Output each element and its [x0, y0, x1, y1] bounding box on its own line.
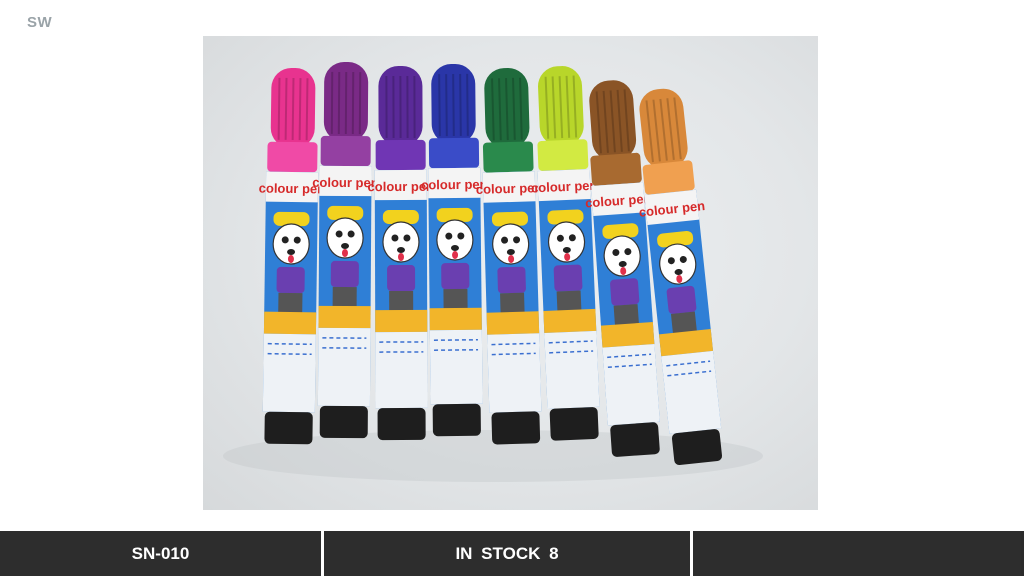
pen-end-cap: [432, 403, 481, 437]
sku-label: SN-010: [131, 543, 190, 563]
color-pen: colour pen: [421, 63, 488, 437]
pen-cap-band: [267, 141, 318, 173]
info-bar: SN-010 IN STOCK 8: [0, 531, 1024, 576]
pen-label-text: colour pen: [531, 178, 598, 196]
pen-cap-band: [537, 139, 589, 171]
extra-cell: [693, 531, 1021, 576]
pen-end-cap: [491, 411, 541, 445]
pen-end-cap: [671, 429, 723, 465]
color-pen: colour pen: [312, 61, 379, 439]
stock-label: IN STOCK 8: [455, 543, 559, 563]
pen-end-cap: [549, 407, 599, 441]
pen-cap-band: [482, 141, 534, 173]
pen-cap-band: [375, 139, 426, 171]
brand-logo: SW: [27, 14, 53, 31]
pen-cap-band: [428, 137, 480, 169]
pen-end-cap: [319, 405, 368, 439]
sku-cell: SN-010: [0, 531, 324, 576]
color-pen: colour pen: [259, 67, 325, 445]
pen-end-cap: [610, 422, 660, 457]
pen-cap-band: [320, 135, 371, 167]
pen-cap-band: [642, 160, 695, 195]
pen-end-cap: [377, 407, 426, 441]
pen-cap-band: [590, 152, 642, 186]
pens-illustration: colour pencolour pencolour pencolour pen…: [223, 61, 763, 482]
pen-end-cap: [264, 411, 313, 445]
product-photo: colour pen colour pen colour pen colour pen…: [203, 36, 818, 510]
color-pen: colour pen: [368, 65, 434, 441]
stock-cell: IN STOCK 8: [324, 531, 693, 576]
color-pen: colour pen: [476, 68, 543, 445]
